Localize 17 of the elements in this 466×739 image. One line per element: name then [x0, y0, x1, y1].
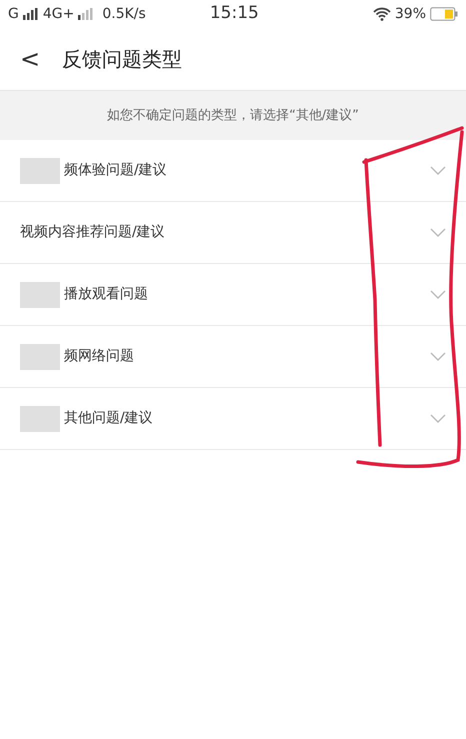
- battery-percent: 39%: [394, 4, 426, 24]
- chevron-down-icon: [430, 166, 446, 175]
- chevron-down-icon: [430, 352, 446, 361]
- signal-icon: [78, 8, 94, 20]
- chevron-down-icon: [430, 228, 446, 237]
- network-label: 4G+: [42, 4, 74, 24]
- speed-label: 0.5K/s: [102, 4, 146, 24]
- battery-icon: [430, 7, 458, 21]
- signal-icon: [22, 8, 39, 20]
- chevron-down-icon: [430, 414, 446, 423]
- back-button[interactable]: <: [14, 47, 46, 71]
- carrier-label: G: [8, 4, 19, 24]
- wifi-icon: [372, 7, 391, 21]
- hint-text: 如您不确定问题的类型，请选择“其他/建议”: [107, 106, 359, 125]
- chevron-down-icon: [430, 290, 446, 299]
- clock: 15:15: [208, 2, 259, 26]
- page-title: 反馈问题类型: [62, 46, 182, 73]
